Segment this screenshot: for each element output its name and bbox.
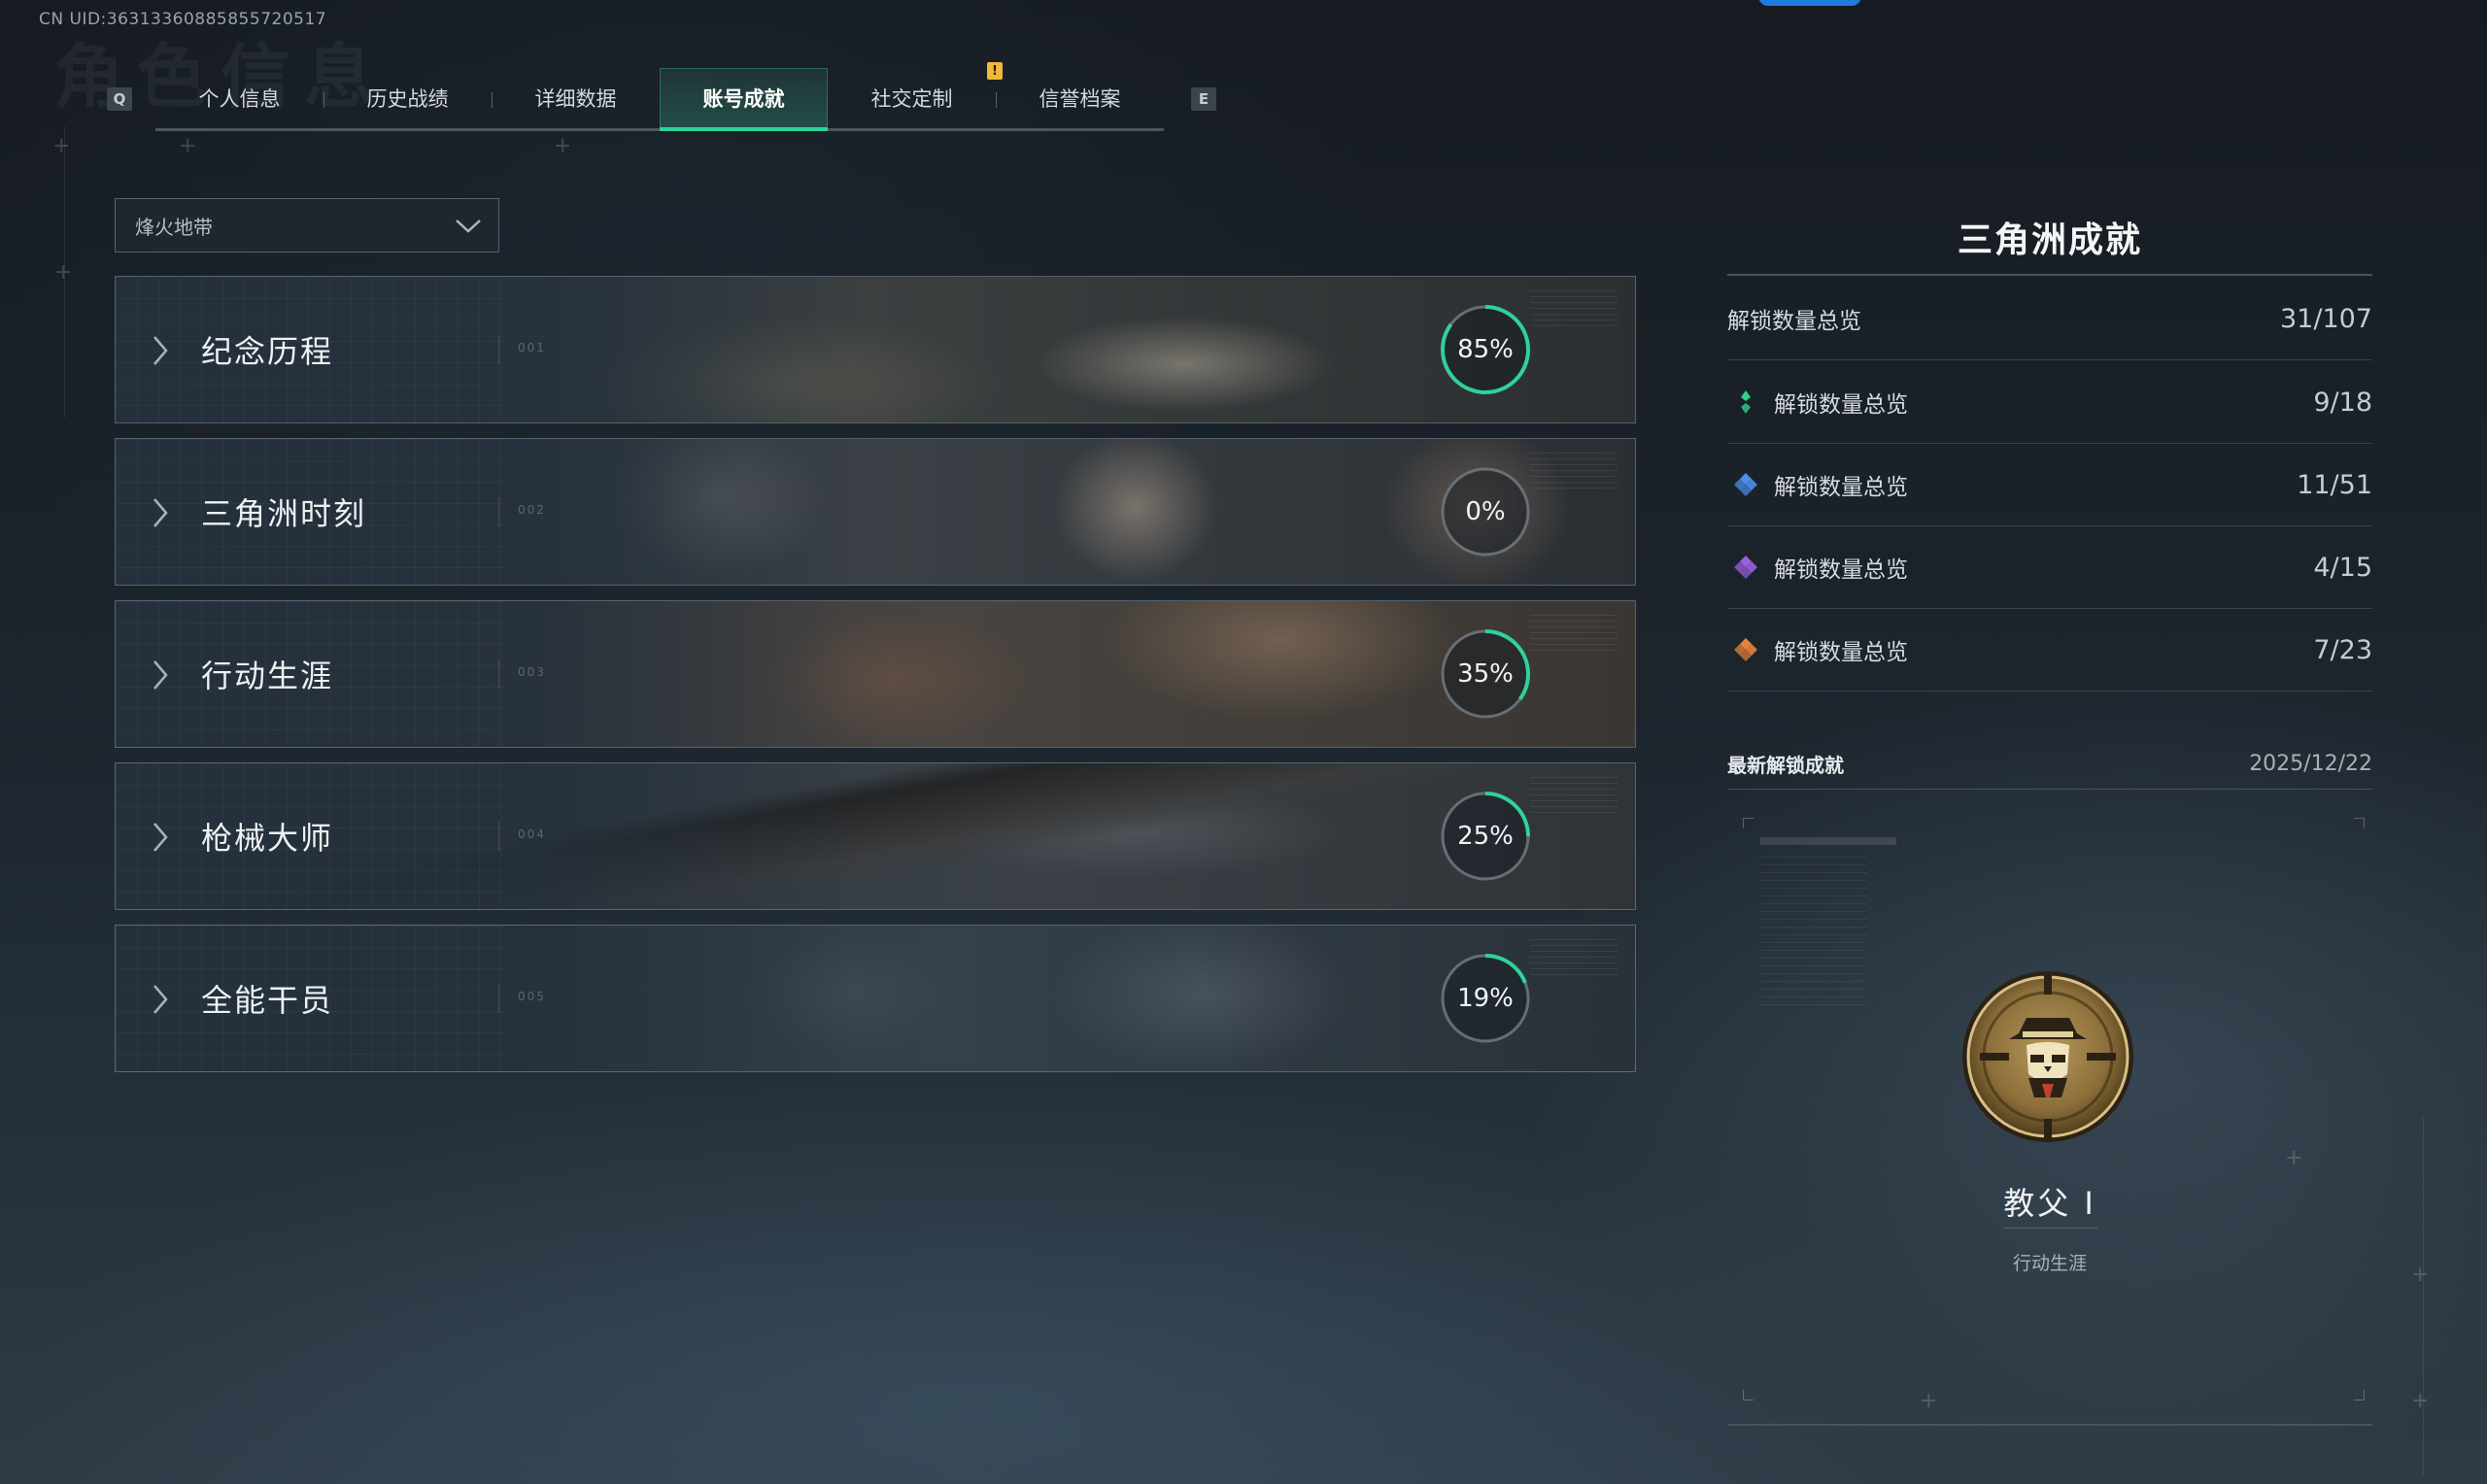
- category-percent: 85%: [1457, 335, 1514, 364]
- tab-5[interactable]: 社交定制: [828, 68, 996, 128]
- latest-header: 最新解锁成就 2025/12/22: [1727, 750, 2372, 778]
- rarity-label-wrap: 解锁数量总览: [1727, 386, 2313, 419]
- rarity-value: 4/15: [2313, 552, 2372, 583]
- badge-category: 行动生涯: [2012, 1253, 2087, 1274]
- mode-select-value: 烽火地带: [135, 215, 213, 239]
- hud-deco-lines: [1530, 939, 1618, 978]
- divider: [498, 984, 499, 1013]
- divider: [498, 659, 499, 689]
- divider: [1727, 789, 2372, 790]
- orange-gem-icon: [1734, 638, 1757, 661]
- blue-gem-icon: [1734, 473, 1757, 496]
- card-deco-bar: [1760, 837, 1896, 845]
- category-name: 枪械大师: [201, 820, 334, 857]
- godfather-skull-badge-icon: [1962, 971, 2133, 1142]
- cross-mark-icon: +: [2411, 1263, 2430, 1287]
- summary-rarity-row: 解锁数量总览 7/23: [1727, 609, 2372, 691]
- tab-6[interactable]: 信誉档案: [996, 68, 1164, 128]
- divider: [498, 822, 499, 851]
- prev-tab-key[interactable]: Q: [107, 87, 132, 111]
- card-corner: [1743, 818, 1754, 828]
- category-percent: 25%: [1457, 822, 1514, 851]
- achievement-category-row[interactable]: 行动生涯 003 35%: [115, 600, 1636, 748]
- rarity-label: 解锁数量总览: [1774, 557, 1908, 583]
- chevron-down-icon: [456, 219, 481, 233]
- rarity-label: 解锁数量总览: [1774, 640, 1908, 665]
- card-corner: [2354, 1390, 2365, 1400]
- rarity-value: 7/23: [2313, 634, 2372, 665]
- chevron-right-icon: [153, 660, 168, 690]
- purple-gem-icon: [1734, 556, 1757, 579]
- rarity-label-wrap: 解锁数量总览: [1727, 633, 2313, 666]
- rarity-value: 11/51: [2297, 469, 2372, 500]
- summary-rarity-row: 解锁数量总览 9/18: [1727, 361, 2372, 444]
- divider: [498, 497, 499, 526]
- achievement-category-row[interactable]: 纪念历程 001 85%: [115, 276, 1636, 423]
- summary-total-row: 解锁数量总览 31/107: [1727, 278, 2372, 360]
- divider: [1727, 274, 2372, 276]
- top-blue-pill[interactable]: [1758, 0, 1861, 6]
- cross-mark-icon: +: [179, 134, 197, 158]
- achievement-category-row[interactable]: 三角洲时刻 002 0%: [115, 438, 1636, 586]
- chevron-right-icon: [153, 336, 168, 365]
- next-tab-key[interactable]: E: [1191, 87, 1216, 111]
- divider: [498, 335, 499, 364]
- notice-badge: !: [987, 62, 1003, 80]
- hud-deco-lines: [1530, 453, 1618, 491]
- badge-underline: [2004, 1228, 2097, 1229]
- latest-date: 2025/12/22: [2249, 752, 2372, 776]
- category-percent: 0%: [1465, 497, 1506, 526]
- latest-heading: 最新解锁成就: [1727, 754, 1844, 777]
- category-code: 001: [518, 341, 546, 354]
- summary-rarity-row: 解锁数量总览 4/15: [1727, 526, 2372, 609]
- badge-name: 教父 Ⅰ: [2003, 1185, 2096, 1222]
- summary-total-label: 解锁数量总览: [1727, 309, 1861, 334]
- mode-select[interactable]: 烽火地带: [115, 198, 499, 253]
- category-percent: 19%: [1457, 984, 1514, 1013]
- hud-deco-lines: [1530, 290, 1618, 329]
- tab-1[interactable]: 个人信息: [155, 68, 324, 128]
- rarity-value: 9/18: [2313, 387, 2372, 418]
- card-corner: [2354, 818, 2365, 828]
- guide-line: [2423, 1117, 2424, 1476]
- rarity-label-wrap: 解锁数量总览: [1727, 551, 2313, 584]
- chevron-right-icon: [153, 985, 168, 1014]
- tab-4[interactable]: 账号成就: [660, 67, 828, 131]
- tab-2[interactable]: 历史战绩: [324, 68, 492, 128]
- category-name: 全能干员: [201, 982, 334, 1019]
- divider: [1727, 1424, 2372, 1426]
- tab-3[interactable]: 详细数据: [492, 68, 660, 128]
- chevron-right-icon: [153, 498, 168, 527]
- hud-deco-lines: [1530, 777, 1618, 816]
- rarity-label-wrap: 解锁数量总览: [1727, 468, 2297, 501]
- cross-mark-icon: +: [52, 134, 71, 158]
- category-percent: 35%: [1457, 659, 1514, 689]
- chevron-right-icon: [153, 823, 168, 852]
- category-name: 纪念历程: [201, 333, 334, 370]
- cross-mark-icon: +: [2411, 1389, 2430, 1413]
- rarity-label: 解锁数量总览: [1774, 392, 1908, 418]
- category-code: 002: [518, 503, 546, 517]
- summary-rarity-row: 解锁数量总览 11/51: [1727, 444, 2372, 526]
- rarity-label: 解锁数量总览: [1774, 475, 1908, 500]
- category-name: 三角洲时刻: [201, 495, 367, 532]
- tab-bar: Q 个人信息 历史战绩 详细数据 账号成就 社交定制 信誉档案 E: [107, 67, 1216, 131]
- card-deco-lines: [1760, 857, 1867, 1012]
- summary-title: 三角洲成就: [1957, 220, 2142, 260]
- summary-total-value: 31/107: [2280, 303, 2372, 334]
- green-gem-icon: [1741, 390, 1751, 414]
- card-corner: [1743, 1390, 1754, 1400]
- category-code: 004: [518, 827, 546, 841]
- tab-list: 个人信息 历史战绩 详细数据 账号成就 社交定制 信誉档案: [155, 67, 1164, 131]
- hud-deco-lines: [1530, 615, 1618, 654]
- guide-line: [64, 126, 65, 418]
- category-code: 005: [518, 990, 546, 1003]
- category-code: 003: [518, 665, 546, 679]
- achievement-category-row[interactable]: 枪械大师 004 25%: [115, 762, 1636, 910]
- category-name: 行动生涯: [201, 658, 334, 694]
- cross-mark-icon: +: [554, 134, 572, 158]
- achievement-category-row[interactable]: 全能干员 005 19%: [115, 925, 1636, 1072]
